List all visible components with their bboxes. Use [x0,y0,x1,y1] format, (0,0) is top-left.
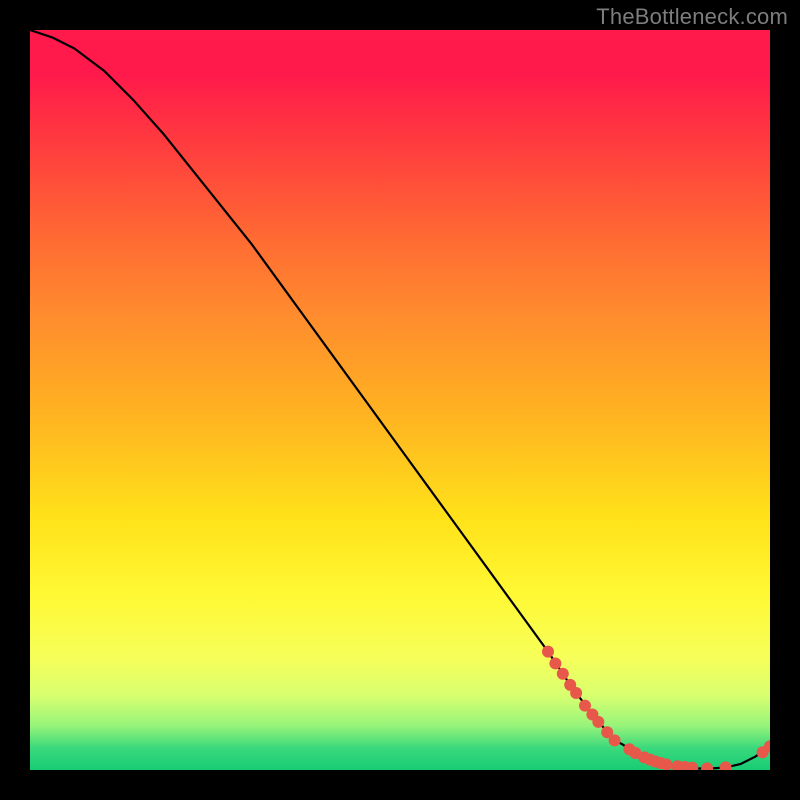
curve-layer [30,30,770,770]
curve-marker [570,687,582,699]
curve-marker [592,716,604,728]
curve-marker [701,762,713,770]
plot-area [30,30,770,770]
chart-stage: TheBottleneck.com [0,0,800,800]
bottleneck-curve [30,30,770,769]
curve-marker [609,734,621,746]
watermark-text: TheBottleneck.com [596,4,788,30]
curve-marker [549,657,561,669]
curve-markers [542,646,770,770]
curve-marker [660,758,672,770]
curve-marker [720,761,732,770]
curve-marker [542,646,554,658]
curve-marker [557,668,569,680]
